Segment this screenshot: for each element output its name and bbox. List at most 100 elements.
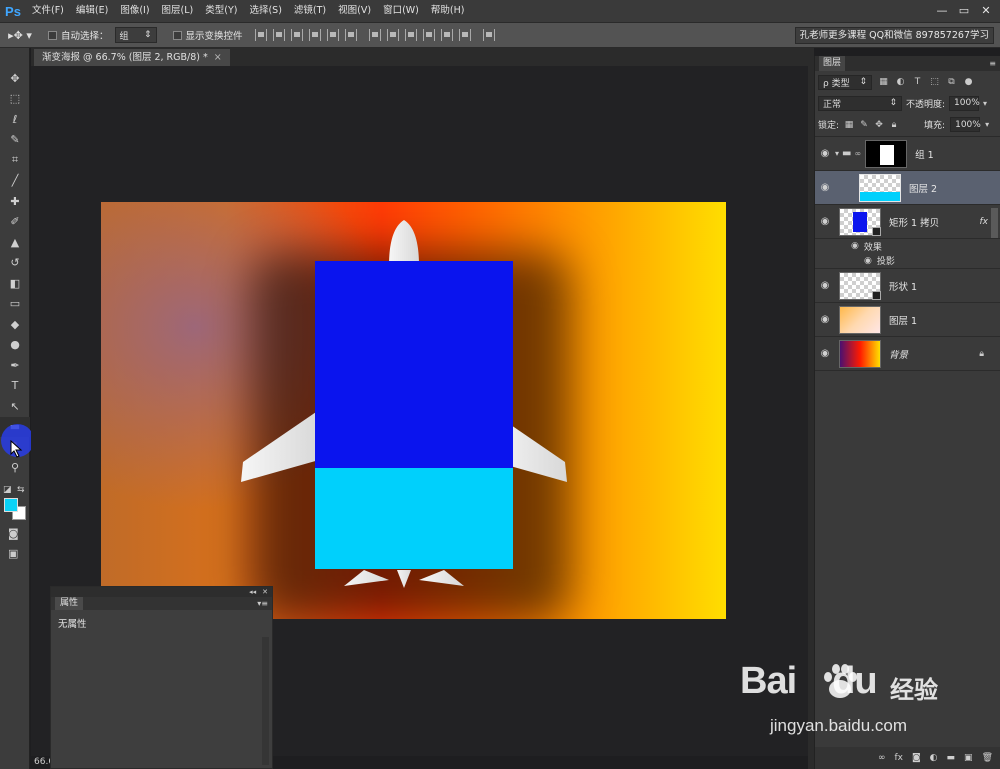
- minimize-button[interactable]: —: [932, 2, 952, 18]
- healing-brush-tool-icon[interactable]: ✚: [0, 191, 30, 212]
- collapse-panel-icon[interactable]: ◂◂: [249, 588, 256, 596]
- filter-adjustment-icon[interactable]: ◐: [895, 77, 906, 88]
- close-panel-icon[interactable]: ✕: [262, 588, 268, 596]
- auto-align-icon[interactable]: [482, 29, 495, 41]
- align-hcenter-icon[interactable]: [326, 29, 339, 41]
- layer-row-rectangle-1-copy[interactable]: ◉ 矩形 1 拷贝 fx: [815, 205, 1000, 239]
- panel-menu-icon[interactable]: ▾≡: [257, 599, 268, 608]
- maximize-button[interactable]: ▭: [954, 2, 974, 18]
- fill-field[interactable]: 100%: [950, 117, 981, 132]
- menu-filter[interactable]: 滤镜(T): [288, 0, 332, 22]
- effects-eye-icon[interactable]: ◉: [851, 241, 859, 251]
- quick-mask-icon[interactable]: ◙: [8, 527, 19, 540]
- crop-tool-icon[interactable]: ⌗: [0, 150, 30, 171]
- workspace-switcher[interactable]: 孔老师更多课程 QQ和微信 897857267学习: [794, 27, 994, 44]
- align-right-icon[interactable]: [344, 29, 357, 41]
- visibility-eye-icon[interactable]: ◉: [815, 348, 835, 359]
- layer-row-group-1[interactable]: ◉ ▾ ▬ ∞ 组 1: [815, 137, 1000, 171]
- visibility-eye-icon[interactable]: ◉: [815, 216, 835, 227]
- effects-row[interactable]: ◉ 效果: [815, 239, 1000, 253]
- menu-help[interactable]: 帮助(H): [425, 0, 471, 22]
- move-tool-icon[interactable]: ✥: [0, 68, 30, 89]
- distribute-hcenter-icon[interactable]: [440, 29, 453, 41]
- eyedropper-tool-icon[interactable]: ╱: [0, 171, 30, 192]
- visibility-eye-icon[interactable]: ◉: [815, 314, 835, 325]
- artboard-gradient-poster[interactable]: [101, 202, 726, 619]
- layer-filter-dropdown[interactable]: ρ 类型 ⇕: [818, 74, 872, 90]
- move-tool-preset-icon[interactable]: ▸✥ ▾: [0, 29, 40, 42]
- menu-select[interactable]: 选择(S): [243, 0, 287, 22]
- menu-file[interactable]: 文件(F): [26, 0, 70, 22]
- marquee-tool-icon[interactable]: ⬚: [0, 89, 30, 110]
- visibility-eye-icon[interactable]: ◉: [815, 148, 835, 159]
- layer-row-layer-2[interactable]: ◉ 图层 2: [815, 171, 1000, 205]
- document-tab[interactable]: 渐变海报 @ 66.7% (图层 2, RGB/8) * ×: [34, 49, 230, 66]
- distribute-top-icon[interactable]: [368, 29, 381, 41]
- fill-slider-arrow-icon[interactable]: ▾: [985, 120, 989, 129]
- layer-row-shape-1[interactable]: ◉ 形状 1: [815, 269, 1000, 303]
- auto-select-checkbox[interactable]: [48, 30, 57, 40]
- brush-tool-icon[interactable]: ✐: [0, 212, 30, 233]
- delete-layer-icon[interactable]: 🗑︎: [982, 753, 993, 763]
- menu-edit[interactable]: 编辑(E): [70, 0, 114, 22]
- filter-smart-object-icon[interactable]: ⧉: [946, 77, 957, 88]
- pen-tool-icon[interactable]: ✒: [0, 355, 30, 376]
- filter-toggle-icon[interactable]: ●: [963, 77, 974, 88]
- blend-mode-dropdown[interactable]: 正常 ⇕: [818, 95, 902, 111]
- layer-row-layer-1[interactable]: ◉ 图层 1: [815, 303, 1000, 337]
- close-button[interactable]: ✕: [976, 2, 996, 18]
- layer-row-background[interactable]: ◉ 背景 🔒︎: [815, 337, 1000, 371]
- layers-scrollbar[interactable]: [991, 208, 998, 238]
- type-tool-icon[interactable]: T: [0, 376, 30, 397]
- tab-layers[interactable]: 图层: [819, 56, 846, 71]
- show-transform-checkbox[interactable]: [172, 30, 182, 40]
- filter-pixel-icon[interactable]: ▦: [878, 77, 889, 88]
- new-layer-icon[interactable]: ▣: [964, 753, 973, 763]
- lock-image-icon[interactable]: ✎: [859, 120, 869, 130]
- lock-position-icon[interactable]: ✥: [874, 120, 884, 130]
- dodge-tool-icon[interactable]: ●: [0, 335, 30, 356]
- align-vcenter-icon[interactable]: [272, 29, 285, 41]
- lock-transparent-icon[interactable]: ▦: [844, 120, 854, 130]
- visibility-eye-icon[interactable]: ◉: [815, 182, 835, 193]
- default-colors-icon[interactable]: ◪: [3, 485, 12, 495]
- fx-icon[interactable]: fx: [980, 217, 989, 227]
- opacity-slider-arrow-icon[interactable]: ▾: [983, 99, 987, 108]
- opacity-field[interactable]: 100%: [949, 95, 980, 111]
- expand-arrow-icon[interactable]: ▾: [835, 149, 839, 158]
- close-tab-icon[interactable]: ×: [214, 52, 222, 63]
- group-mask-thumbnail[interactable]: [865, 139, 908, 168]
- align-top-icon[interactable]: [254, 29, 267, 41]
- auto-select-dropdown[interactable]: 组 ⇕: [114, 27, 157, 43]
- menu-image[interactable]: 图像(I): [114, 0, 155, 22]
- filter-type-icon[interactable]: T: [912, 77, 923, 88]
- distribute-left-icon[interactable]: [422, 29, 435, 41]
- path-selection-tool-icon[interactable]: ↖: [0, 396, 30, 417]
- properties-scrollbar[interactable]: [262, 637, 269, 765]
- menu-window[interactable]: 窗口(W): [377, 0, 425, 22]
- menu-type[interactable]: 类型(Y): [199, 0, 243, 22]
- screen-mode-icon[interactable]: ▣: [8, 547, 18, 560]
- history-brush-tool-icon[interactable]: ↺: [0, 253, 30, 274]
- filter-shape-icon[interactable]: ⬚: [929, 77, 940, 88]
- drop-shadow-eye-icon[interactable]: ◉: [864, 256, 872, 266]
- foreground-color-swatch[interactable]: [4, 498, 18, 512]
- align-bottom-icon[interactable]: [290, 29, 303, 41]
- clone-stamp-tool-icon[interactable]: ▲: [0, 232, 30, 253]
- gradient-tool-icon[interactable]: ▭: [0, 294, 30, 315]
- align-left-icon[interactable]: [308, 29, 321, 41]
- distribute-right-icon[interactable]: [458, 29, 471, 41]
- distribute-bottom-icon[interactable]: [404, 29, 417, 41]
- layers-panel-menu-icon[interactable]: ≡: [989, 59, 996, 68]
- menu-view[interactable]: 视图(V): [332, 0, 377, 22]
- blur-tool-icon[interactable]: ◆: [0, 314, 30, 335]
- zoom-tool-icon[interactable]: ⚲: [0, 458, 30, 479]
- eraser-tool-icon[interactable]: ◧: [0, 273, 30, 294]
- lock-all-icon[interactable]: 🔒︎: [889, 120, 899, 130]
- menu-layer[interactable]: 图层(L): [156, 0, 200, 22]
- quick-select-tool-icon[interactable]: ✎: [0, 130, 30, 151]
- swap-colors-icon[interactable]: ⇆: [17, 485, 25, 495]
- visibility-eye-icon[interactable]: ◉: [815, 280, 835, 291]
- drop-shadow-effect-row[interactable]: ◉ 投影: [815, 253, 1000, 269]
- lasso-tool-icon[interactable]: ℓ: [0, 109, 30, 130]
